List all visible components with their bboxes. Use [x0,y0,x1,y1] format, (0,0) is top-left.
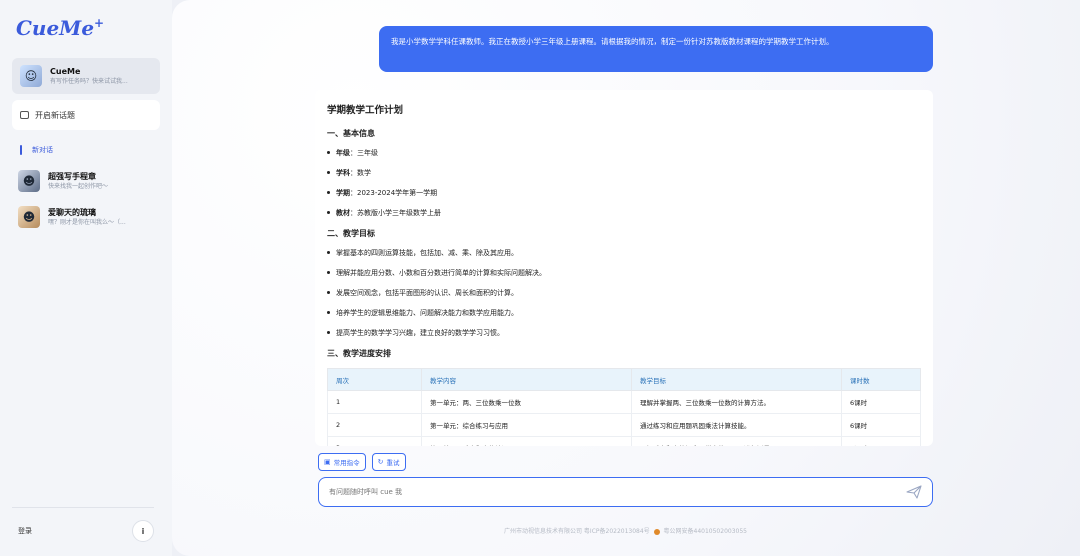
table-row: 3 第二单元：千克和克的认识 理解千克和克的概念，学会使用天平进行测量。 6课时 [327,436,921,446]
conversation-name: 超强写手程章 [48,171,96,181]
bot-card-cueme[interactable]: ☺ CueMe 有写作任务吗？快来试试我... [12,58,160,94]
column-header: 周次 [327,368,422,391]
chat-area: 我是小学数学学科任课教师。我正在教授小学三年级上册课程。请根据我的情况，制定一份… [172,0,1080,556]
company-icp[interactable]: 广州市动视信息技术有限公司 粤ICP备2022013084号 [504,528,650,535]
list-item: 掌握基本的四则运算技能，包括加、减、乘、除及其应用。 [327,248,921,268]
common-commands-button[interactable]: ▣ 常用指令 [318,453,366,471]
list-item: 理解并能应用分数、小数和百分数进行简单的计算和实际问题解决。 [327,268,921,288]
table-cell: 6课时 [841,436,921,446]
column-header: 教学目标 [631,368,842,391]
message-input-box [318,477,933,507]
command-icon: ▣ [324,458,331,466]
bullet-icon [327,271,330,274]
table-cell: 理解千克和克的概念，学会使用天平进行测量。 [631,436,842,446]
list-item: 培养学生的逻辑思维能力、问题解决能力和数学应用能力。 [327,308,921,328]
bullet-icon [327,191,330,194]
sidebar-footer: 登录 i [12,507,154,542]
list-item: 提高学生的数学学习兴趣，建立良好的数学学习习惯。 [327,328,921,348]
bullet-icon [327,171,330,174]
bullet-icon [327,151,330,154]
police-badge-icon [653,528,660,535]
section-heading: 二、教学目标 [327,229,375,238]
sidebar-item-new-chat[interactable]: 新对话 [12,142,160,158]
conversation-subtitle: 快来找我一起创作吧～ [48,182,109,190]
table-cell: 6课时 [841,390,921,414]
bullet-icon [327,331,330,334]
active-indicator [20,145,22,155]
section-heading: 三、教学进度安排 [327,349,391,358]
column-header: 课时数 [841,368,921,391]
footer: 广州市动视信息技术有限公司 粤ICP备2022013084号 粤公网安备4401… [318,526,933,535]
list-item: 学期：2023-2024学年第一学期 [327,188,921,208]
chat-bubble-icon [20,111,29,119]
list-item: 年级：三年级 [327,148,921,168]
bot-name: CueMe [50,66,81,76]
sidebar: CueMe+ ☺ CueMe 有写作任务吗？快来试试我... 开启新话题 新对话… [0,0,172,556]
table-row: 1 第一单元：两、三位数乘一位数 理解并掌握两、三位数乘一位数的计算方法。 6课… [327,390,921,414]
schedule-table: 周次 教学内容 教学目标 课时数 1 第一单元：两、三位数乘一位数 理解并掌握两… [327,368,921,446]
list-item: 教材：苏教版小学三年级数学上册 [327,208,921,228]
new-topic-label: 开启新话题 [35,110,75,120]
new-chat-label: 新对话 [32,146,53,154]
table-cell: 第一单元：两、三位数乘一位数 [421,390,632,414]
list-item: 发展空间观念，包括平面图形的认识、周长和面积的计算。 [327,288,921,308]
new-topic-button[interactable]: 开启新话题 [12,100,160,130]
user-message: 我是小学数学学科任课教师。我正在教授小学三年级上册课程。请根据我的情况，制定一份… [379,26,933,72]
avatar: ☻ [18,206,40,228]
conversation-subtitle: 嘿？刚才是你在叫我么～（... [48,218,126,226]
list-item: 学科：数学 [327,168,921,188]
conversation-name: 爱聊天的琉璃 [48,207,96,217]
police-record[interactable]: 粤公网安备44010502003055 [664,528,747,535]
assistant-answer: 学期教学工作计划 一、基本信息 年级：三年级 学科：数学 学期：2023-202… [315,90,933,446]
bullet-icon [327,311,330,314]
send-icon[interactable] [906,485,922,499]
table-row: 2 第一单元：综合练习与应用 通过练习和应用题巩固乘法计算技能。 6课时 [327,413,921,437]
column-header: 教学内容 [421,368,632,391]
bullet-icon [327,211,330,214]
section-heading: 一、基本信息 [327,129,375,138]
table-cell: 1 [327,390,422,414]
sidebar-item-conversation[interactable]: ☻ 超强写手程章 快来找我一起创作吧～ [12,168,160,194]
table-cell: 第二单元：千克和克的认识 [421,436,632,446]
table-header-row: 周次 教学内容 教学目标 课时数 [327,368,921,391]
retry-button[interactable]: ↻ 重试 [371,453,406,471]
refresh-icon: ↻ [377,458,384,466]
login-link[interactable]: 登录 [18,526,32,536]
bullet-icon [327,251,330,254]
bullet-icon [327,291,330,294]
table-cell: 理解并掌握两、三位数乘一位数的计算方法。 [631,390,842,414]
table-cell: 6课时 [841,413,921,437]
avatar: ☺ [20,65,42,87]
message-input[interactable] [329,488,869,496]
app-logo[interactable]: CueMe+ [16,16,160,40]
table-cell: 通过练习和应用题巩固乘法计算技能。 [631,413,842,437]
answer-title: 学期教学工作计划 [327,105,404,116]
bot-subtitle: 有写作任务吗？快来试试我... [50,77,128,85]
table-cell: 第一单元：综合练习与应用 [421,413,632,437]
info-icon[interactable]: i [132,520,154,542]
goals-list: 掌握基本的四则运算技能，包括加、减、乘、除及其应用。 理解并能应用分数、小数和百… [327,248,921,348]
table-cell: 3 [327,436,422,446]
avatar: ☻ [18,170,40,192]
info-list: 年级：三年级 学科：数学 学期：2023-2024学年第一学期 教材：苏教版小学… [327,148,921,228]
sidebar-item-conversation[interactable]: ☻ 爱聊天的琉璃 嘿？刚才是你在叫我么～（... [12,204,160,230]
table-cell: 2 [327,413,422,437]
action-row: ▣ 常用指令 ↻ 重试 [318,453,406,471]
